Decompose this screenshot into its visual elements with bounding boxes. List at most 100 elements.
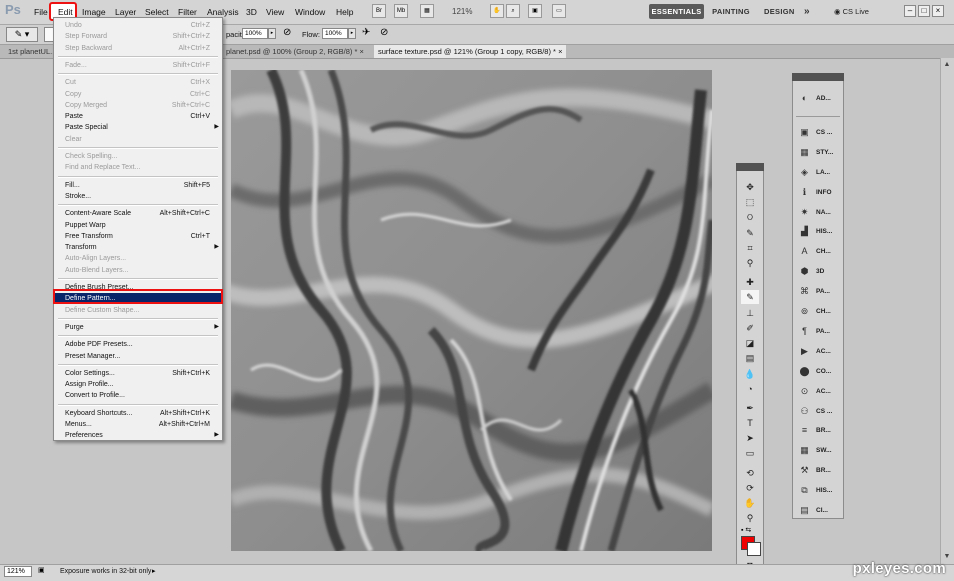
eraser-tool-icon[interactable]: ◪ bbox=[741, 336, 759, 350]
panel-color[interactable]: ⬤ CO... bbox=[796, 363, 842, 380]
panel-layers[interactable]: ◈ LA... bbox=[796, 164, 842, 181]
quick-select-tool-icon[interactable]: ✎ bbox=[741, 226, 759, 240]
panel-info[interactable]: ℹ INFO bbox=[796, 184, 842, 201]
tab-close-icon[interactable]: × bbox=[357, 47, 364, 56]
scroll-up-icon[interactable]: ▲ bbox=[942, 60, 952, 70]
edit-menu-preferences[interactable]: Preferences ▶ bbox=[54, 430, 222, 441]
menu-3d[interactable]: 3D bbox=[246, 0, 257, 24]
menu-file[interactable]: File bbox=[34, 0, 48, 24]
tools-panel-header[interactable] bbox=[736, 163, 764, 171]
panel-paragraph[interactable]: ¶ PA... bbox=[796, 323, 842, 340]
edit-menu-preset-manager[interactable]: Preset Manager... bbox=[54, 351, 222, 362]
airbrush-pressure-icon[interactable]: ⊘ bbox=[283, 27, 291, 38]
edit-menu-color-settings[interactable]: Color Settings... Shift+Ctrl+K bbox=[54, 368, 222, 379]
panel-brush[interactable]: ≡ BR... bbox=[796, 422, 842, 439]
edit-menu-paste-special[interactable]: Paste Special ▶ bbox=[54, 122, 222, 133]
zoom-level[interactable]: 121% bbox=[452, 0, 472, 24]
panel-clone[interactable]: ⚇ CS ... bbox=[796, 403, 842, 420]
bridge-button[interactable]: Br bbox=[372, 4, 386, 18]
edit-menu-purge[interactable]: Purge ▶ bbox=[54, 322, 222, 333]
edit-menu-assign-profile[interactable]: Assign Profile... bbox=[54, 379, 222, 390]
swap-colors-icon[interactable]: ▪ ⇆ bbox=[741, 526, 751, 534]
edit-menu-stroke[interactable]: Stroke... bbox=[54, 191, 222, 202]
more-workspaces-icon[interactable]: » bbox=[804, 4, 810, 19]
edit-menu-puppet-warp[interactable]: Puppet Warp bbox=[54, 220, 222, 231]
panel-swatches[interactable]: ▦ SW... bbox=[796, 442, 842, 459]
airbrush-icon[interactable]: ✈ bbox=[362, 27, 370, 38]
opacity-dropdown-icon[interactable]: ▸ bbox=[268, 28, 276, 39]
hand-icon[interactable]: ✋ bbox=[490, 4, 504, 18]
workspace-painting[interactable]: PAINTING bbox=[711, 4, 751, 19]
path-select-tool-icon[interactable]: ➤ bbox=[741, 431, 759, 445]
gradient-tool-icon[interactable]: ▤ bbox=[741, 351, 759, 365]
tablet-pressure-icon[interactable]: ⊘ bbox=[380, 27, 388, 38]
menu-window[interactable]: Window bbox=[295, 0, 325, 24]
lasso-tool-icon[interactable]: ଠ bbox=[741, 210, 759, 224]
brush-tool-icon[interactable]: ✎ bbox=[741, 290, 759, 304]
arrange-documents-icon[interactable]: ▣ bbox=[528, 4, 542, 18]
panel-dock-header[interactable] bbox=[792, 73, 844, 81]
view-extras-icon[interactable]: ▦ bbox=[420, 4, 434, 18]
crop-tool-icon[interactable]: ⌗ bbox=[741, 241, 759, 255]
status-zoom-input[interactable]: 121% bbox=[4, 566, 32, 577]
zoom-tool-icon[interactable]: ⚲ bbox=[741, 511, 759, 525]
blur-tool-icon[interactable]: 💧 bbox=[741, 367, 759, 381]
panel-actions2[interactable]: ⊙ AC... bbox=[796, 383, 842, 400]
hand-tool-icon[interactable]: ✋ bbox=[741, 496, 759, 510]
edit-menu-convert-to-profile[interactable]: Convert to Profile... bbox=[54, 390, 222, 401]
flow-input[interactable]: 100% bbox=[322, 28, 348, 39]
edit-menu-paste[interactable]: Paste Ctrl+V bbox=[54, 111, 222, 122]
edit-menu-fill[interactable]: Fill... Shift+F5 bbox=[54, 180, 222, 191]
panel-character[interactable]: A CH... bbox=[796, 243, 842, 260]
move-tool-icon[interactable]: ✥ bbox=[741, 180, 759, 194]
clone-stamp-tool-icon[interactable]: ⊥ bbox=[741, 306, 759, 320]
panel-brush-presets[interactable]: ⚒ BR... bbox=[796, 462, 842, 479]
healing-brush-tool-icon[interactable]: ✚ bbox=[741, 275, 759, 289]
panel-styles[interactable]: ▦ STY... bbox=[796, 144, 842, 161]
shape-tool-icon[interactable]: ▭ bbox=[741, 446, 759, 460]
workspace-design[interactable]: DESIGN bbox=[764, 4, 794, 19]
status-info-icon[interactable]: ▣ bbox=[38, 566, 48, 577]
dodge-tool-icon[interactable]: ◔ bbox=[741, 382, 759, 396]
maximize-icon[interactable]: □ bbox=[918, 5, 930, 17]
screen-mode-icon[interactable]: ▭ bbox=[552, 4, 566, 18]
vertical-scrollbar[interactable] bbox=[940, 58, 954, 564]
edit-menu-transform[interactable]: Transform ▶ bbox=[54, 242, 222, 253]
tab-planet[interactable]: planet.psd @ 100% (Group 2, RGB/8) * × bbox=[222, 45, 368, 58]
cs-live-button[interactable]: ◉ CS Live bbox=[834, 0, 869, 24]
panel-clone2[interactable]: ▤ CI... bbox=[796, 502, 842, 519]
edit-menu-menus[interactable]: Menus... Alt+Shift+Ctrl+M bbox=[54, 419, 222, 430]
tab-1st-planet[interactable]: 1st planetUL... bbox=[4, 45, 60, 58]
zoom-icon[interactable]: ⌕ bbox=[506, 4, 520, 18]
history-brush-tool-icon[interactable]: ✐ bbox=[741, 321, 759, 335]
tab-surface-texture[interactable]: surface texture.psd @ 121% (Group 1 copy… bbox=[374, 45, 567, 58]
menu-help[interactable]: Help bbox=[336, 0, 353, 24]
panel-navigator[interactable]: ✷ NA... bbox=[796, 204, 842, 221]
background-color-swatch[interactable] bbox=[747, 542, 761, 556]
3d-rotate-tool-icon[interactable]: ⟲ bbox=[741, 466, 759, 480]
edit-menu-keyboard-shortcuts[interactable]: Keyboard Shortcuts... Alt+Shift+Ctrl+K bbox=[54, 408, 222, 419]
panel-adjustments[interactable]: ◐ AD... bbox=[796, 90, 842, 107]
eyedropper-tool-icon[interactable]: ⚲ bbox=[741, 256, 759, 270]
panel-history[interactable]: ⧉ HIS... bbox=[796, 482, 842, 499]
close-icon[interactable]: × bbox=[932, 5, 944, 17]
minimize-icon[interactable]: – bbox=[904, 5, 916, 17]
type-tool-icon[interactable]: T bbox=[741, 416, 759, 430]
document-canvas[interactable] bbox=[231, 70, 712, 551]
workspace-essentials[interactable]: ESSENTIALS bbox=[649, 4, 704, 19]
edit-menu-content-aware-scale[interactable]: Content-Aware Scale Alt+Shift+Ctrl+C bbox=[54, 208, 222, 219]
brush-tool-preset-icon[interactable]: ✎ ▾ bbox=[6, 27, 38, 42]
3d-orbit-tool-icon[interactable]: ⟳ bbox=[741, 481, 759, 495]
tab-close-icon[interactable]: × bbox=[556, 47, 562, 56]
panel-paths[interactable]: ⌘ PA... bbox=[796, 283, 842, 300]
flow-dropdown-icon[interactable]: ▸ bbox=[348, 28, 356, 39]
edit-menu-adobe-pdf-presets[interactable]: Adobe PDF Presets... bbox=[54, 339, 222, 350]
panel-channels[interactable]: ⊚ CH... bbox=[796, 303, 842, 320]
panel-histogram[interactable]: ▟ HIS... bbox=[796, 223, 842, 240]
panel-clone-source[interactable]: ▣ CS ... bbox=[796, 124, 842, 141]
opacity-input[interactable]: 100% bbox=[242, 28, 268, 39]
edit-menu-free-transform[interactable]: Free Transform Ctrl+T bbox=[54, 231, 222, 242]
pen-tool-icon[interactable]: ✒ bbox=[741, 401, 759, 415]
panel-3d[interactable]: ⬢ 3D bbox=[796, 263, 842, 280]
marquee-tool-icon[interactable]: ⬚ bbox=[741, 195, 759, 209]
